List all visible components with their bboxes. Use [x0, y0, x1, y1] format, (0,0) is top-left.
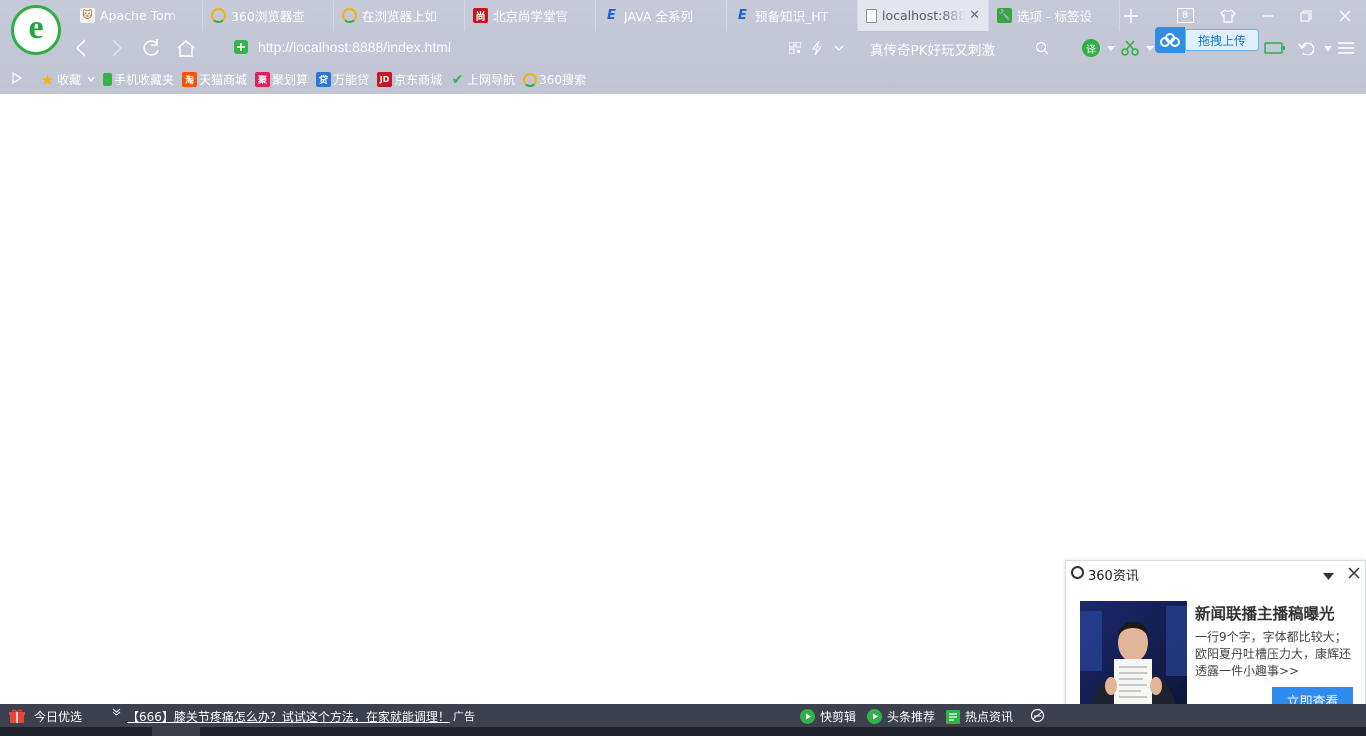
search-input[interactable]: 真传奇PK好玩又刺激 [870, 39, 995, 59]
news-grid-icon [946, 709, 960, 724]
restore-icon [1300, 9, 1312, 22]
cloud-icon [1155, 27, 1185, 53]
quick-cut-button[interactable]: 快剪辑 [800, 708, 856, 725]
tab-java[interactable]: E JAVA 全系列 [596, 0, 727, 31]
juhuasuan-icon: 聚 [255, 72, 271, 87]
page-icon [866, 8, 877, 23]
hot-news-button[interactable]: 热点资讯 [946, 708, 1013, 725]
search-icon[interactable] [1029, 35, 1055, 61]
chevron-down-icon [87, 77, 95, 82]
sidebar-toggle-icon[interactable] [12, 71, 23, 87]
shirt-icon [1220, 8, 1236, 23]
news-close-button[interactable] [1348, 567, 1360, 582]
bookmark-hao-nav[interactable]: ✔ 上网导航 [450, 71, 515, 88]
new-tab-button[interactable] [1117, 0, 1145, 31]
top-recommend-button[interactable]: 头条推荐 [867, 708, 935, 725]
bookmark-360-search[interactable]: 360搜索 [523, 71, 586, 88]
tab-browser-how[interactable]: 在浏览器上如 [334, 0, 465, 31]
today-pick-label: 今日优选 [34, 710, 83, 724]
refresh-icon [143, 39, 159, 56]
loan-icon: 贷 [316, 72, 332, 87]
bookmark-tmall[interactable]: 淘 天猫商城 [182, 71, 247, 88]
tmall-icon: 淘 [182, 72, 198, 87]
drag-upload-badge[interactable]: 拖拽上传 [1155, 27, 1259, 53]
triangle-down-icon [1323, 573, 1334, 580]
os-taskbar [0, 727, 1366, 736]
tab-prep-knowledge[interactable]: E 预备知识_HT [727, 0, 858, 31]
tab-options[interactable]: 🔧 选项 - 标签设 [989, 0, 1120, 31]
e-icon: E [607, 8, 616, 23]
bookmark-favorites[interactable]: ★ 收藏 [40, 70, 95, 89]
gift-icon [9, 709, 25, 723]
forward-button[interactable] [104, 35, 130, 61]
home-icon [177, 40, 195, 57]
home-button[interactable] [173, 35, 199, 61]
ad-link[interactable]: 【666】膝关节疼痛怎么办？试试这个方法，在家就能调理！ [127, 708, 450, 725]
bookmark-jd[interactable]: JD 京东商城 [377, 71, 442, 88]
sxt-icon: 尚 [473, 8, 488, 23]
360-news-icon [1071, 566, 1084, 579]
phone-icon [103, 73, 113, 86]
today-pick-button[interactable]: 今日优选 [9, 708, 82, 725]
ie-mode-icon[interactable] [1030, 708, 1045, 723]
browser-chrome: e 🐱 Apache Tom 360浏览器查 在浏览器上如 尚 北京尚学堂官 E… [0, 0, 1366, 94]
tab-strip: 🐱 Apache Tom 360浏览器查 在浏览器上如 尚 北京尚学堂官 E J… [72, 0, 1120, 31]
address-bar-input[interactable]: http://localhost:8888/index.html [258, 39, 451, 55]
play-icon [800, 709, 815, 724]
tab-localhost[interactable]: localhost:888 ✕ [858, 0, 989, 31]
news-summary: 一行9个字，字体都比较大；欧阳夏丹吐槽压力大，康辉还透露一件小趣事>> [1195, 630, 1352, 678]
close-icon [1348, 567, 1360, 579]
jd-icon: JD [377, 72, 393, 87]
tab-sxt[interactable]: 尚 北京尚学堂官 [465, 0, 596, 31]
refresh-button[interactable] [138, 35, 164, 61]
news-thumbnail[interactable] [1080, 601, 1187, 714]
bookmarks-bar: ★ 收藏 手机收藏夹 淘 天猫商城 聚 聚划算 贷 万能贷 JD 京东商城 ✔ … [0, 65, 1366, 94]
bookmark-mobile[interactable]: 手机收藏夹 [103, 71, 174, 88]
news-popup-title: 360资讯 [1088, 569, 1139, 584]
restore-button[interactable] [1293, 0, 1319, 31]
close-window-button[interactable] [1332, 0, 1358, 31]
360-icon [211, 8, 226, 23]
drag-upload-label: 拖拽上传 [1185, 29, 1259, 51]
play-icon [867, 709, 882, 724]
chevron-down-icon[interactable] [826, 35, 852, 61]
360-icon [523, 72, 538, 87]
tab-count-badge: 8 [1176, 8, 1194, 23]
tab-360-query[interactable]: 360浏览器查 [203, 0, 334, 31]
news-headline[interactable]: 新闻联播主播稿曝光 [1195, 602, 1335, 624]
ad-expand-icon[interactable] [112, 708, 121, 716]
close-tab-icon[interactable]: ✕ [969, 8, 980, 23]
close-icon [1339, 10, 1351, 21]
ad-tag: 广告 [453, 710, 475, 723]
star-icon: ★ [40, 70, 55, 89]
bookmark-loan[interactable]: 贷 万能贷 [316, 71, 369, 88]
forward-arrow-icon [112, 39, 123, 57]
taskbar-active-item[interactable] [152, 727, 200, 736]
back-arrow-icon [75, 39, 86, 57]
security-shield-icon[interactable] [228, 34, 254, 60]
minimize-icon [1263, 14, 1273, 17]
360-icon [342, 8, 357, 23]
back-button[interactable] [68, 35, 94, 61]
e-icon: E [738, 8, 747, 23]
battery-icon[interactable] [1262, 35, 1288, 61]
tab-apache-tomcat[interactable]: 🐱 Apache Tom [72, 0, 203, 31]
plus-icon [1124, 8, 1138, 23]
news-popup: 360资讯 新闻联播主播稿曝光 一行9个字，字体都比较大；欧阳夏丹吐槽压力大，康… [1065, 560, 1366, 728]
hao-icon: ✔ [451, 71, 464, 88]
bookmark-juhuasuan[interactable]: 聚 聚划算 [255, 71, 308, 88]
news-collapse-button[interactable] [1323, 569, 1334, 583]
tomcat-icon: 🐱 [80, 8, 95, 23]
menu-icon[interactable] [1333, 35, 1359, 61]
wrench-icon: 🔧 [997, 8, 1012, 23]
